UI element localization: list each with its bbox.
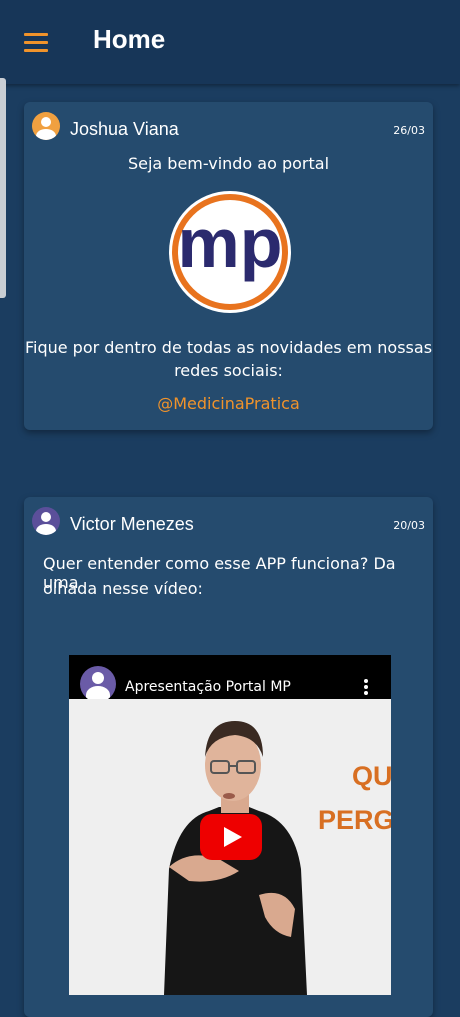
post-date: 20/03 bbox=[393, 519, 425, 532]
mp-logo: mp bbox=[169, 191, 291, 313]
post-author: Joshua Viana bbox=[70, 119, 179, 139]
post-body-line1: Fique por dentro de todas as novidades e… bbox=[24, 338, 433, 357]
social-handle-link[interactable]: @MedicinaPratica bbox=[24, 394, 433, 413]
play-icon[interactable] bbox=[200, 814, 262, 860]
video-overlay-text-1: QUA bbox=[352, 761, 391, 791]
post-greeting: Seja bem-vindo ao portal bbox=[127, 154, 330, 173]
user-avatar-icon bbox=[32, 112, 60, 140]
post-body-line2: redes sociais: bbox=[174, 361, 283, 380]
scrollbar[interactable] bbox=[0, 78, 6, 298]
channel-avatar-icon[interactable] bbox=[80, 666, 116, 702]
post-date: 26/03 bbox=[393, 124, 425, 137]
page-title: Home bbox=[93, 24, 166, 54]
more-vert-icon[interactable] bbox=[363, 677, 369, 697]
post-card: Victor Menezes 20/03 Quer entender como … bbox=[24, 497, 433, 1017]
post-author: Victor Menezes bbox=[70, 514, 194, 534]
post-body-line2: olhada nesse vídeo: bbox=[43, 579, 203, 598]
video-embed[interactable]: Apresentação Portal MP QUA PERGUN bbox=[69, 655, 391, 995]
user-avatar-icon bbox=[32, 507, 60, 535]
app-bar: Home bbox=[0, 0, 460, 84]
video-overlay-text-2: PERGUN bbox=[318, 805, 391, 835]
post-card: Joshua Viana 26/03 Seja bem-vindo ao por… bbox=[24, 102, 433, 430]
video-title[interactable]: Apresentação Portal MP bbox=[125, 679, 291, 695]
logo-text: mp bbox=[178, 204, 283, 282]
menu-icon[interactable] bbox=[18, 26, 54, 58]
